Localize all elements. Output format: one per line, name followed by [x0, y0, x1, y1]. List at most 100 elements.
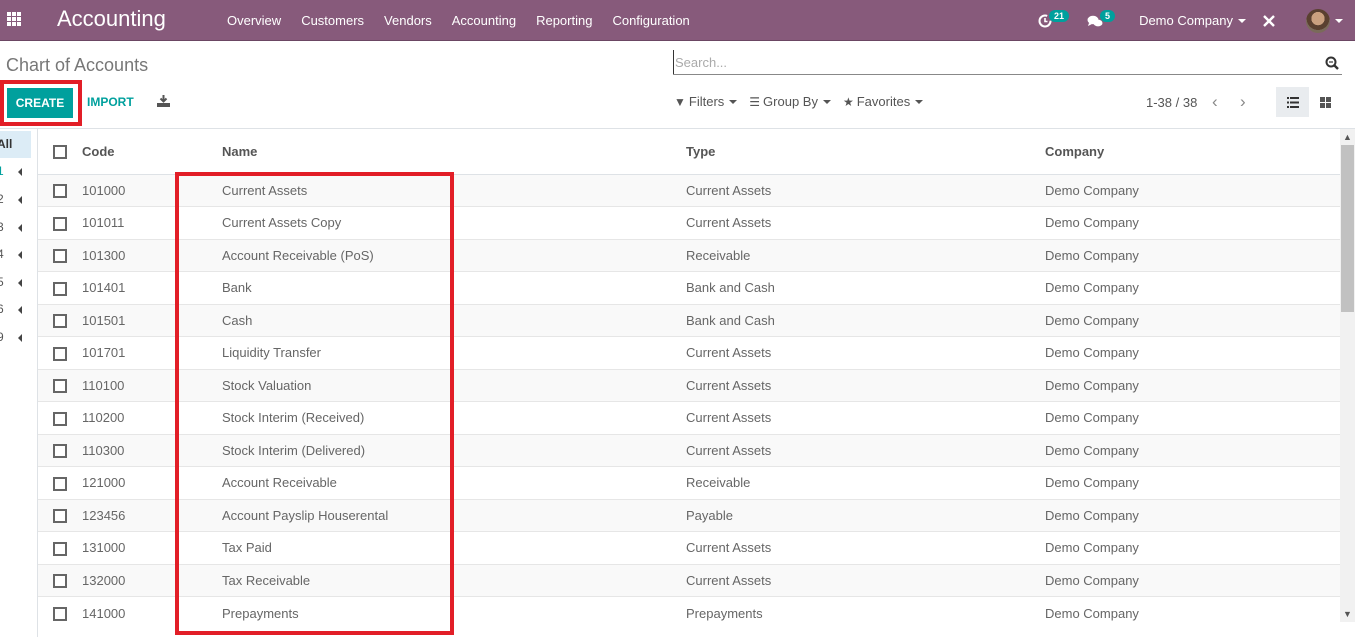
chevron-down-icon: [1335, 18, 1343, 23]
side-item-1[interactable]: 1: [0, 162, 31, 182]
import-button[interactable]: IMPORT: [87, 95, 134, 109]
menu-customers[interactable]: Customers: [291, 13, 374, 28]
scroll-down-icon[interactable]: ▼: [1340, 606, 1355, 622]
tools-icon: [1263, 14, 1275, 27]
row-checkbox[interactable]: [53, 216, 67, 231]
column-header-company[interactable]: Company: [1045, 129, 1340, 175]
menu-reporting[interactable]: Reporting: [526, 13, 602, 28]
row-select-cell: [38, 498, 82, 532]
caret-left-icon[interactable]: [18, 168, 22, 176]
caret-left-icon[interactable]: [18, 334, 22, 342]
filter-funnel-icon: ▼: [674, 94, 686, 109]
accounts-list: Code Name Type Company 101000 Current Ass…: [38, 129, 1340, 637]
row-select-cell: [38, 303, 82, 337]
table-row[interactable]: 110300 Stock Interim (Delivered) Current A…: [38, 433, 1340, 467]
row-checkbox[interactable]: [53, 184, 67, 199]
menu-accounting[interactable]: Accounting: [442, 13, 526, 28]
table-row[interactable]: 131000 Tax Paid Current Assets Demo Company: [38, 531, 1340, 564]
groupby-dropdown[interactable]: ☰ Group By: [749, 94, 831, 109]
download-icon[interactable]: [157, 95, 170, 107]
table-row[interactable]: 101300 Account Receivable (PoS) Receivable…: [38, 238, 1340, 272]
vertical-scrollbar[interactable]: ▲ ▼: [1340, 129, 1355, 622]
row-checkbox[interactable]: [53, 574, 67, 589]
select-all-checkbox[interactable]: [53, 145, 67, 160]
row-checkbox[interactable]: [53, 606, 67, 621]
column-header-code[interactable]: Code: [82, 129, 222, 175]
caret-left-icon[interactable]: [18, 251, 22, 259]
cell-type: Receivable: [686, 238, 1045, 272]
scrollbar-thumb[interactable]: [1341, 145, 1354, 312]
messaging-menu[interactable]: 5: [1087, 9, 1116, 28]
side-item-9[interactable]: 9: [0, 328, 31, 348]
side-item-3[interactable]: 3: [0, 218, 31, 238]
caret-left-icon[interactable]: [18, 279, 22, 287]
activity-menu[interactable]: 21: [1038, 9, 1070, 28]
cell-type: Current Assets: [686, 433, 1045, 467]
table-row[interactable]: 101401 Bank Bank and Cash Demo Company: [38, 271, 1340, 304]
row-checkbox[interactable]: [53, 476, 67, 491]
table-row[interactable]: 123456 Account Payslip Houserental Payable…: [38, 498, 1340, 532]
user-menu[interactable]: [1276, 8, 1343, 33]
table-row[interactable]: 132000 Tax Receivable Current Assets Demo C…: [38, 563, 1340, 597]
favorites-dropdown[interactable]: ★ Favorites: [843, 94, 924, 109]
caret-left-icon[interactable]: [18, 306, 22, 314]
row-checkbox[interactable]: [53, 541, 67, 556]
table-row[interactable]: 141000 Prepayments Prepayments Demo Company: [38, 596, 1340, 629]
table-row[interactable]: 101000 Current Assets Current Assets Demo C…: [38, 173, 1340, 207]
row-checkbox[interactable]: [53, 509, 67, 524]
menu-configuration[interactable]: Configuration: [602, 13, 699, 28]
table-row[interactable]: 121000 Account Receivable Receivable Demo C…: [38, 466, 1340, 499]
row-checkbox[interactable]: [53, 444, 67, 459]
scroll-up-icon[interactable]: ▲: [1340, 129, 1355, 145]
row-checkbox[interactable]: [53, 281, 67, 296]
caret-left-icon[interactable]: [18, 196, 22, 204]
column-header-name[interactable]: Name: [222, 129, 686, 175]
row-select-cell: [38, 563, 82, 597]
apps-menu-icon[interactable]: [7, 12, 23, 26]
search-input[interactable]: [673, 50, 1313, 74]
menu-vendors[interactable]: Vendors: [374, 13, 442, 28]
table-row[interactable]: 110100 Stock Valuation Current Assets Demo …: [38, 368, 1340, 402]
caret-left-icon[interactable]: [18, 224, 22, 232]
table-row[interactable]: 101501 Cash Bank and Cash Demo Company: [38, 303, 1340, 337]
list-view-button[interactable]: [1276, 87, 1309, 117]
row-checkbox[interactable]: [53, 346, 67, 361]
side-item-all[interactable]: All: [0, 131, 31, 158]
side-item-4[interactable]: 4: [0, 245, 31, 265]
cell-name: Liquidity Transfer: [222, 336, 686, 369]
row-checkbox[interactable]: [53, 314, 67, 329]
list-icon: [1286, 96, 1299, 108]
hierarchy-side-panel: All 1 2 3 4 5 6 9: [0, 129, 38, 637]
cell-type: Prepayments: [686, 596, 1045, 629]
table-row[interactable]: 110200 Stock Interim (Received) Current As…: [38, 401, 1340, 434]
create-button[interactable]: CREATE: [7, 88, 73, 118]
cell-name: Tax Paid: [222, 531, 686, 564]
filters-dropdown[interactable]: ▼ Filters: [674, 94, 738, 109]
row-select-cell: [38, 368, 82, 402]
column-header-type[interactable]: Type: [686, 129, 1045, 175]
menu-overview[interactable]: Overview: [217, 13, 291, 28]
debug-tools-button[interactable]: [1262, 14, 1276, 28]
row-checkbox[interactable]: [53, 249, 67, 264]
pager-value[interactable]: 1-38 / 38: [1146, 95, 1197, 110]
avatar: [1306, 8, 1330, 33]
cell-code: 101011: [82, 206, 222, 239]
row-checkbox[interactable]: [53, 411, 67, 426]
table-row[interactable]: 101701 Liquidity Transfer Current Assets De…: [38, 336, 1340, 369]
kanban-view-button[interactable]: [1311, 87, 1339, 117]
cell-company: Demo Company: [1045, 433, 1340, 467]
search-icon[interactable]: [1325, 56, 1339, 70]
pager-previous-icon[interactable]: ‹: [1212, 92, 1218, 112]
cell-code: 131000: [82, 531, 222, 564]
side-item-5[interactable]: 5: [0, 273, 31, 293]
row-checkbox[interactable]: [53, 379, 67, 394]
app-title[interactable]: Accounting: [57, 6, 166, 32]
side-item-2[interactable]: 2: [0, 190, 31, 210]
pager-next-icon[interactable]: ›: [1240, 92, 1246, 112]
company-switcher[interactable]: Demo Company: [1139, 13, 1246, 28]
cell-code: 110300: [82, 433, 222, 467]
side-item-6[interactable]: 6: [0, 300, 31, 320]
cell-company: Demo Company: [1045, 466, 1340, 499]
table-row[interactable]: 101011 Current Assets Copy Current Assets D…: [38, 206, 1340, 239]
side-item-label: 2: [0, 192, 4, 206]
